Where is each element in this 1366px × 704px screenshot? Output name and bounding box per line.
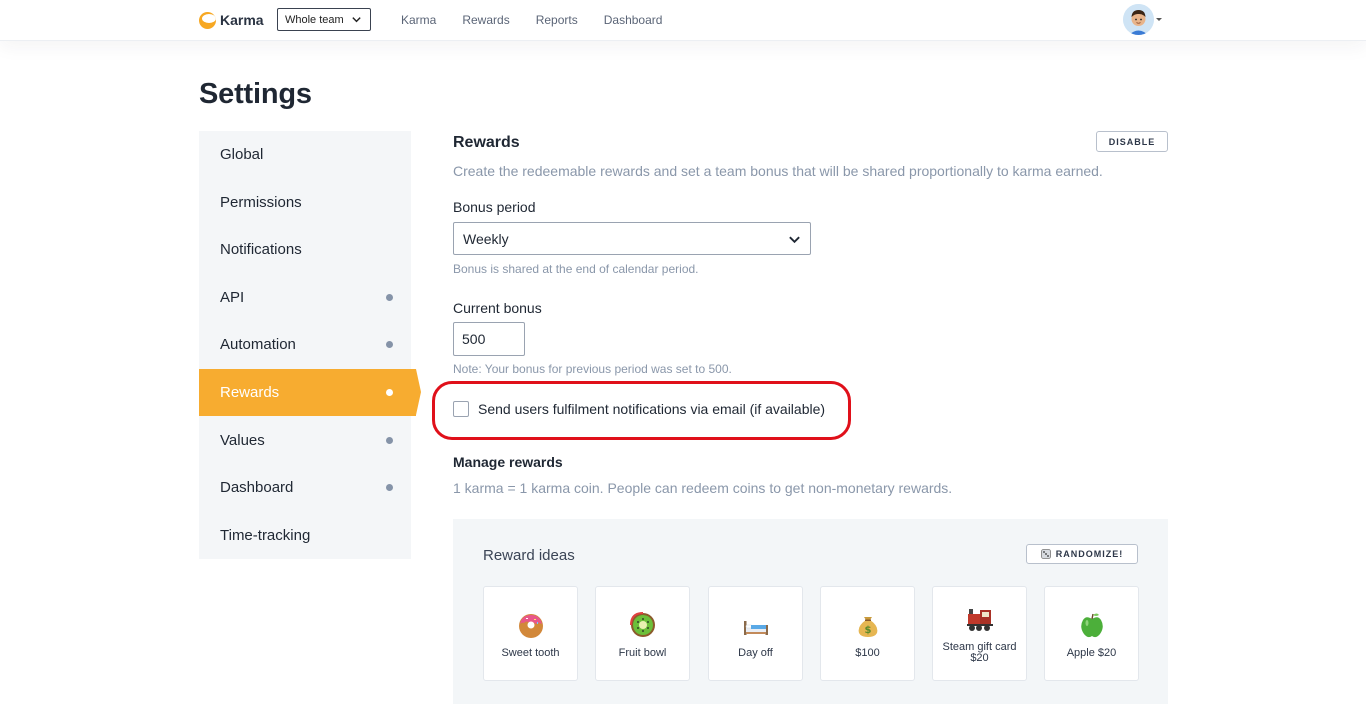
apple-icon: [1081, 613, 1103, 638]
user-avatar[interactable]: [1123, 4, 1154, 35]
sidebar-item-label: Global: [220, 146, 264, 163]
status-dot: [386, 389, 393, 396]
svg-text:$: $: [865, 625, 872, 636]
current-bonus-value: 500: [462, 331, 486, 347]
reward-idea-label: Fruit bowl: [618, 647, 667, 659]
reward-idea-label: Steam gift card $20: [942, 641, 1017, 664]
bonus-period-value: Weekly: [463, 230, 509, 247]
karma-logo-icon: [199, 11, 216, 29]
sidebar-item-api[interactable]: API: [199, 274, 411, 321]
dice-icon: [1040, 549, 1051, 559]
manage-rewards-description: 1 karma = 1 karma coin. People can redee…: [453, 480, 953, 496]
avatar-caret-icon[interactable]: [1156, 18, 1162, 21]
sidebar-item-global[interactable]: Global: [199, 131, 411, 178]
bonus-period-label: Bonus period: [453, 199, 536, 215]
sidebar-item-label: Dashboard: [220, 479, 294, 496]
reward-idea-label: Day off: [738, 647, 773, 659]
reward-idea-card[interactable]: Fruit bowl: [595, 586, 690, 681]
sidebar-item-label: Automation: [220, 336, 296, 353]
team-select[interactable]: Whole team: [277, 8, 371, 31]
sidebar-item-label: Notifications: [220, 241, 302, 258]
reward-idea-card[interactable]: Day off: [708, 586, 803, 681]
status-dot: [386, 484, 393, 491]
reward-ideas-title: Reward ideas: [483, 547, 575, 564]
sidebar-item-notifications[interactable]: Notifications: [199, 226, 411, 273]
avatar-face-icon: [1123, 4, 1154, 35]
email-notification-option[interactable]: Send users fulfilment notifications via …: [453, 401, 825, 417]
money-bag-icon: $: [858, 617, 878, 637]
reward-idea-card[interactable]: Apple $20: [1044, 586, 1139, 681]
disable-button[interactable]: DISABLE: [1096, 131, 1168, 152]
status-dot: [386, 294, 393, 301]
reward-idea-label: Apple $20: [1066, 647, 1117, 659]
settings-sidebar: Global Permissions Notifications API Aut…: [199, 131, 421, 559]
bonus-period-select[interactable]: Weekly: [453, 222, 811, 255]
nav-link-reports[interactable]: Reports: [536, 13, 578, 27]
sidebar-item-label: Permissions: [220, 194, 302, 211]
sidebar-item-label: Rewards: [220, 384, 280, 401]
reward-idea-card[interactable]: Steam gift card $20: [932, 586, 1027, 681]
current-bonus-note: Note: Your bonus for previous period was…: [453, 362, 732, 376]
manage-rewards-title: Manage rewards: [453, 454, 563, 470]
nav-link-karma[interactable]: Karma: [401, 13, 436, 27]
nav-link-rewards[interactable]: Rewards: [462, 13, 509, 27]
bed-icon: [744, 621, 768, 635]
status-dot: [386, 437, 393, 444]
main-nav: Karma Rewards Reports Dashboard: [401, 13, 688, 27]
sidebar-item-dashboard[interactable]: Dashboard: [199, 464, 411, 511]
sidebar-item-rewards[interactable]: Rewards: [199, 369, 421, 416]
section-description: Create the redeemable rewards and set a …: [453, 163, 1103, 179]
brand-logo[interactable]: Karma: [199, 10, 264, 30]
chevron-down-icon: [352, 17, 361, 23]
page-title: Settings: [199, 78, 312, 110]
reward-idea-label: Sweet tooth: [501, 647, 560, 659]
email-notification-checkbox[interactable]: [453, 401, 469, 417]
section-title: Rewards: [453, 134, 520, 151]
team-select-value: Whole team: [285, 13, 344, 26]
donut-icon: [519, 614, 543, 638]
brand-name: Karma: [220, 12, 264, 28]
sidebar-item-automation[interactable]: Automation: [199, 321, 411, 368]
reward-idea-card[interactable]: Sweet tooth: [483, 586, 578, 681]
sidebar-item-label: API: [220, 289, 245, 306]
sidebar-item-values[interactable]: Values: [199, 417, 411, 464]
email-notification-label: Send users fulfilment notifications via …: [478, 401, 826, 417]
sidebar-item-time-tracking[interactable]: Time-tracking: [199, 512, 411, 559]
current-bonus-input[interactable]: 500: [453, 322, 525, 356]
reward-idea-label: $100: [855, 647, 880, 659]
status-dot: [386, 341, 393, 348]
chevron-down-icon: [789, 236, 800, 244]
current-bonus-label: Current bonus: [453, 300, 542, 316]
sidebar-item-label: Time-tracking: [220, 527, 311, 544]
reward-idea-card[interactable]: $ $100: [820, 586, 915, 681]
nav-link-dashboard[interactable]: Dashboard: [604, 13, 663, 27]
bonus-period-hint: Bonus is shared at the end of calendar p…: [453, 262, 699, 276]
sidebar-item-permissions[interactable]: Permissions: [199, 179, 411, 226]
top-navbar: Karma Whole team Karma Rewards Reports D…: [0, 0, 1366, 41]
sidebar-item-label: Values: [220, 432, 265, 449]
reward-ideas-panel: Reward ideas RANDOMIZE! Sweet tooth Frui: [453, 519, 1168, 704]
randomize-label: RANDOMIZE!: [1055, 549, 1124, 559]
locomotive-icon: [967, 609, 993, 631]
kiwi-icon: [630, 612, 655, 637]
randomize-button[interactable]: RANDOMIZE!: [1026, 544, 1138, 564]
